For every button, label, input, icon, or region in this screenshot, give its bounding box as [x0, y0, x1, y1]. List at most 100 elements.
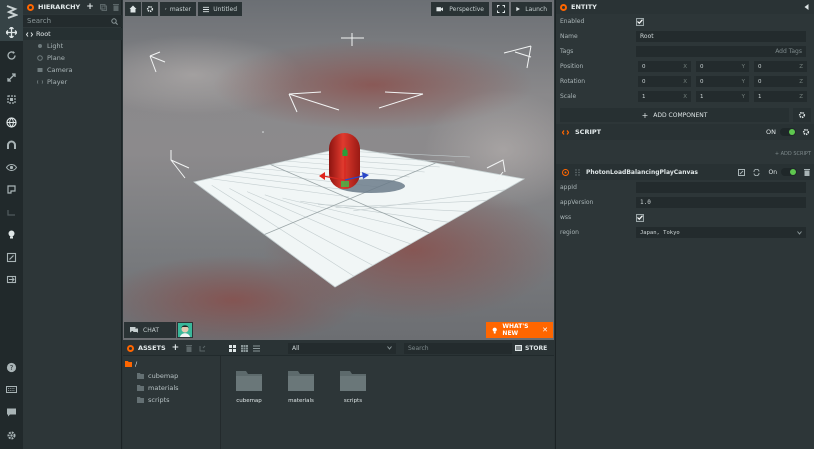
scale-x-field[interactable]: 1X	[638, 91, 691, 102]
collapse-panel-icon[interactable]	[127, 344, 134, 352]
list-view-icon[interactable]	[253, 345, 260, 352]
help-icon[interactable]: ?	[0, 358, 23, 376]
feedback-chat-icon[interactable]	[0, 403, 23, 421]
scene-render[interactable]	[123, 0, 554, 340]
appversion-field[interactable]: 1.0	[636, 197, 806, 208]
add-script-label: + ADD SCRIPT	[774, 150, 811, 157]
add-asset-icon[interactable]: +	[172, 343, 180, 353]
scene-name-button[interactable]: Untitled	[198, 2, 242, 16]
drag-handle-icon[interactable]	[575, 168, 580, 176]
tree-folder-scripts[interactable]: scripts	[137, 395, 170, 405]
lightbulb-icon[interactable]	[0, 225, 23, 243]
light-entity-icon	[37, 43, 43, 49]
asset-folder-materials[interactable]: materials	[281, 371, 321, 404]
add-component-button[interactable]: + ADD COMPONENT	[560, 108, 789, 122]
rotation-z-field[interactable]: 0Z	[754, 76, 807, 87]
rotation-x-field[interactable]: 0X	[638, 76, 691, 87]
script-component-header[interactable]: SCRIPT ON	[556, 124, 814, 140]
delete-script-icon[interactable]	[804, 168, 810, 176]
grid-large-view-icon[interactable]	[229, 344, 236, 352]
tree-item-player[interactable]: Player	[23, 76, 122, 88]
publish-icon[interactable]	[0, 270, 23, 288]
playcanvas-logo-icon[interactable]	[0, 0, 23, 23]
position-z-value: 0	[758, 63, 762, 70]
rotation-y-field[interactable]: 0Y	[696, 76, 749, 87]
folder-icon	[288, 371, 314, 391]
keyboard-shortcuts-icon[interactable]	[0, 380, 23, 398]
script-instance-toggle[interactable]	[781, 168, 797, 176]
tree-folder-materials[interactable]: materials	[137, 383, 179, 393]
duplicate-entity-icon[interactable]	[99, 3, 107, 11]
add-entity-icon[interactable]: +	[86, 2, 94, 12]
delete-asset-icon[interactable]	[186, 344, 193, 352]
entity-settings-button[interactable]	[793, 108, 811, 122]
hierarchy-search-input[interactable]: Search	[23, 15, 122, 27]
add-script-button[interactable]: + ADD SCRIPT	[766, 149, 811, 158]
scale-tool-icon[interactable]	[0, 68, 23, 86]
branch-button[interactable]: master	[160, 2, 196, 16]
tree-item-root[interactable]: Root	[23, 28, 122, 40]
fullscreen-button[interactable]	[492, 2, 509, 16]
record-icon[interactable]	[0, 180, 23, 198]
chat-button[interactable]: CHAT	[124, 322, 176, 338]
edit-script-icon[interactable]	[738, 168, 746, 176]
link-icon[interactable]	[0, 203, 23, 221]
chat-label: CHAT	[143, 326, 160, 334]
asset-filter-select[interactable]: All	[288, 342, 396, 354]
close-icon[interactable]: ✕	[542, 326, 548, 334]
position-y-field[interactable]: 0Y	[696, 61, 749, 72]
tree-item-plane[interactable]: Plane	[23, 52, 122, 64]
collapse-panel-icon[interactable]	[27, 3, 34, 11]
tree-root-folder[interactable]: /	[125, 359, 137, 369]
move-up-icon[interactable]	[199, 345, 206, 352]
name-field[interactable]: Root	[636, 31, 806, 42]
store-button[interactable]: STORE	[515, 342, 553, 355]
scene-viewport[interactable]: master Untitled Perspective Launch CHAT …	[123, 0, 554, 340]
expanded-arrows-icon[interactable]	[26, 31, 33, 37]
tree-item-camera[interactable]: Camera	[23, 64, 122, 76]
translate-tool-icon[interactable]	[0, 23, 23, 41]
settings-gear-icon[interactable]	[802, 128, 810, 136]
remove-script-icon[interactable]	[562, 168, 569, 176]
tree-folder-cubemap[interactable]: cubemap	[137, 371, 178, 381]
whats-new-label: WHAT'S NEW	[502, 323, 529, 337]
launch-button[interactable]: Launch	[511, 2, 552, 16]
resize-tool-icon[interactable]	[0, 90, 23, 108]
snap-magnet-icon[interactable]	[0, 136, 23, 154]
scale-z-field[interactable]: 1Z	[754, 91, 807, 102]
script-enabled-toggle[interactable]	[780, 128, 796, 136]
tags-field[interactable]: Add Tags	[636, 46, 806, 57]
code-editor-icon[interactable]	[0, 248, 23, 266]
folder-label: cubemap	[148, 372, 179, 380]
user-avatar[interactable]	[177, 322, 193, 338]
collapse-left-icon[interactable]	[804, 4, 809, 10]
camera-dropdown[interactable]: Perspective	[431, 2, 489, 16]
appid-field[interactable]	[636, 182, 806, 193]
scene-settings-button[interactable]	[142, 2, 158, 16]
search-placeholder: Search	[27, 17, 52, 25]
rotate-tool-icon[interactable]	[0, 46, 23, 64]
script-instance-header[interactable]: PhotonLoadBalancingPlayCanvas On	[556, 164, 814, 180]
grid-small-view-icon[interactable]	[241, 344, 248, 352]
enabled-checkbox[interactable]	[636, 17, 644, 26]
whats-new-button[interactable]: WHAT'S NEW ✕	[486, 322, 553, 338]
camera-label: Perspective	[449, 5, 484, 13]
region-select[interactable]: Japan, Tokyo	[636, 227, 806, 238]
world-space-icon[interactable]	[0, 113, 23, 131]
asset-folder-scripts[interactable]: scripts	[333, 371, 373, 404]
asset-folder-cubemap[interactable]: cubemap	[229, 371, 269, 404]
wss-checkbox[interactable]	[636, 213, 644, 222]
collapse-panel-icon[interactable]	[560, 3, 567, 11]
focus-eye-icon[interactable]	[0, 158, 23, 176]
settings-gear-icon	[798, 111, 806, 119]
asset-search-input[interactable]: Search	[404, 342, 512, 354]
reload-script-icon[interactable]	[753, 168, 760, 176]
scale-y-field[interactable]: 1Y	[696, 91, 749, 102]
rotation-label: Rotation	[560, 78, 586, 85]
delete-entity-icon[interactable]	[112, 3, 119, 11]
position-x-field[interactable]: 0X	[638, 61, 691, 72]
settings-gear-icon[interactable]	[0, 426, 23, 444]
home-button[interactable]	[125, 2, 141, 16]
tree-item-light[interactable]: Light	[23, 40, 122, 52]
position-z-field[interactable]: 0Z	[754, 61, 807, 72]
